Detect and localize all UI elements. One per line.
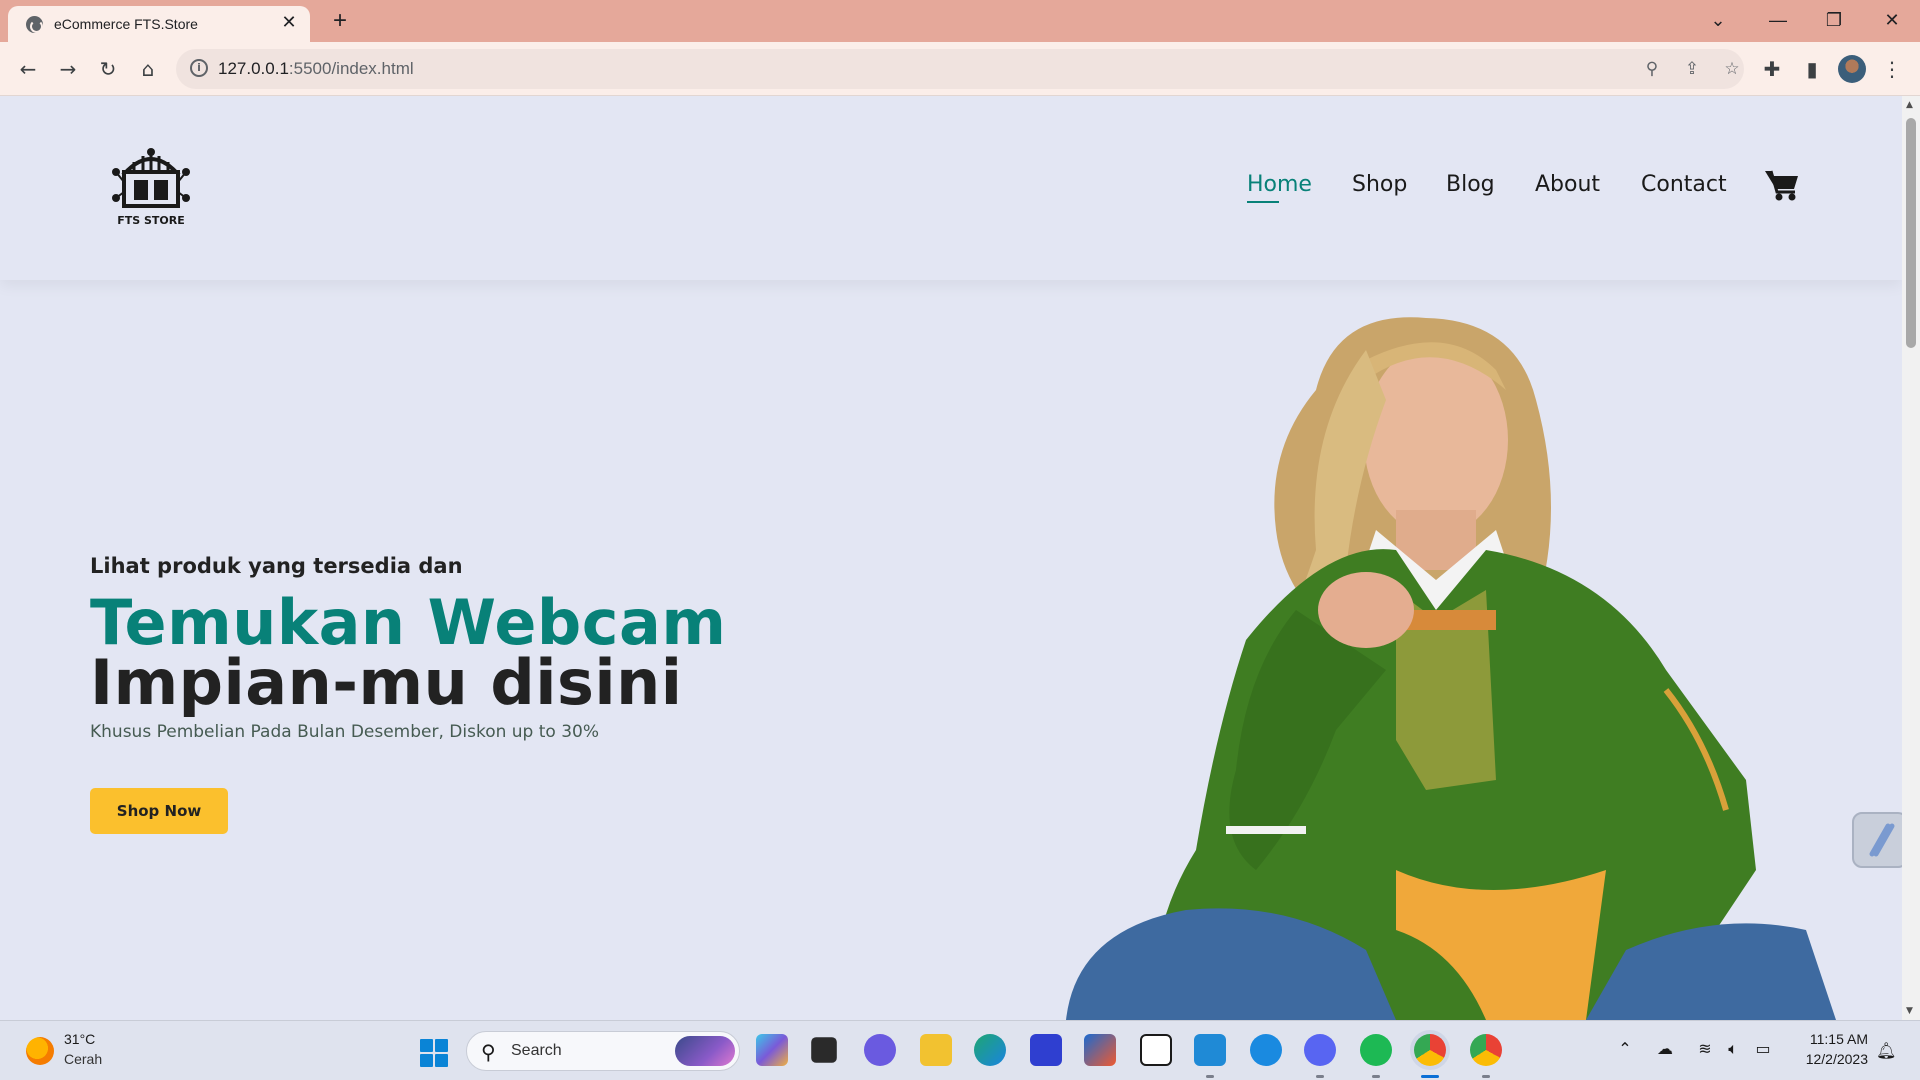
spotify-app-icon[interactable] — [1360, 1034, 1392, 1066]
nav-active-underline — [1247, 201, 1279, 203]
page-scrollbar[interactable]: ▲ ▼ — [1902, 96, 1920, 1020]
url-text[interactable]: 127.0.0.1:5500/index.html — [218, 59, 414, 79]
hero-model-image — [1066, 317, 1836, 1020]
chrome-app-icon[interactable] — [1414, 1034, 1446, 1066]
globe-icon — [26, 16, 43, 33]
nav-contact[interactable]: Contact — [1641, 172, 1727, 197]
discord-app-icon[interactable] — [1304, 1034, 1336, 1066]
chrome-profile-running-indicator — [1482, 1075, 1490, 1078]
tray-chevron-up-icon[interactable]: ⌃ — [1614, 1039, 1636, 1058]
side-panel-icon[interactable]: ▮ — [1798, 55, 1826, 83]
edge-browser-icon[interactable] — [974, 1034, 1006, 1066]
vscode-running-indicator — [1206, 1075, 1214, 1078]
vscode-app-icon[interactable] — [1194, 1034, 1226, 1066]
profile-avatar[interactable] — [1838, 55, 1866, 83]
scroll-down-arrow-icon[interactable]: ▼ — [1906, 1006, 1913, 1016]
share-icon[interactable]: ⇪ — [1680, 57, 1704, 81]
mathcad-app-icon[interactable] — [1030, 1034, 1062, 1066]
nav-home[interactable]: Home — [1247, 172, 1312, 197]
spotify-running-indicator — [1372, 1075, 1380, 1078]
storefront-icon — [112, 148, 190, 208]
weather-sun-icon[interactable] — [26, 1037, 54, 1065]
tab-title: eCommerce FTS.Store — [54, 16, 198, 32]
nav-blog[interactable]: Blog — [1446, 172, 1495, 197]
browser-tabstrip: eCommerce FTS.Store ✕ + ⌄ — ❐ ✕ — [0, 0, 1920, 42]
menu-kebab-icon[interactable]: ⋮ — [1878, 55, 1906, 83]
chrome-profile-app-icon[interactable] — [1470, 1034, 1502, 1066]
close-window-button[interactable]: ✕ — [1872, 6, 1912, 34]
file-explorer-icon[interactable] — [920, 1034, 952, 1066]
site-info-icon[interactable]: i — [190, 59, 208, 77]
shop-now-button[interactable]: Shop Now — [90, 788, 228, 834]
volume-icon[interactable]: 🔈︎ — [1722, 1039, 1744, 1059]
search-icon: ⚲ — [481, 1040, 496, 1064]
shopping-cart-icon[interactable] — [1764, 168, 1800, 202]
minimize-button[interactable]: — — [1758, 6, 1798, 34]
new-tab-button[interactable]: + — [326, 8, 354, 36]
notion-app-icon[interactable] — [1140, 1034, 1172, 1066]
battery-icon[interactable]: ▭ — [1752, 1039, 1774, 1058]
clock-time[interactable]: 11:15 AM — [1798, 1031, 1868, 1047]
back-icon[interactable]: ← — [14, 55, 42, 83]
web-page: FTS STORE Home Shop Blog About Contact L… — [0, 96, 1902, 1020]
extensions-icon[interactable]: ✚ — [1758, 55, 1786, 83]
scroll-up-arrow-icon[interactable]: ▲ — [1906, 100, 1913, 110]
hero-heading: Impian-mu disini — [90, 646, 683, 719]
tab-close-icon[interactable]: ✕ — [278, 12, 300, 34]
search-label: Search — [511, 1042, 562, 1059]
nav-about[interactable]: About — [1535, 172, 1600, 197]
home-icon[interactable]: ⌂ — [134, 55, 162, 83]
hero-description: Khusus Pembelian Pada Bulan Desember, Di… — [90, 722, 600, 742]
notification-bell-icon[interactable]: 🔔︎ — [1876, 1041, 1896, 1060]
floating-widget-button[interactable] — [1852, 812, 1902, 868]
windows-start-icon[interactable] — [420, 1039, 448, 1067]
clock-date[interactable]: 12/2/2023 — [1798, 1051, 1868, 1067]
taskbar-search[interactable]: ⚲ Search — [466, 1031, 740, 1071]
hero-heading-highlight: Temukan Webcam — [90, 586, 727, 659]
search-highlight-image — [675, 1036, 735, 1066]
copilot-app-icon[interactable] — [756, 1034, 788, 1066]
logo-text: FTS STORE — [117, 214, 185, 227]
teams-chat-icon[interactable] — [864, 1034, 896, 1066]
lightning-icon — [1869, 823, 1895, 857]
nav-shop[interactable]: Shop — [1352, 172, 1407, 197]
site-header: FTS STORE Home Shop Blog About Contact — [0, 96, 1902, 280]
address-bar[interactable]: i 127.0.0.1:5500/index.html ⚲ ⇪ ☆ — [176, 49, 1744, 89]
app-store-icon[interactable] — [1250, 1034, 1282, 1066]
browser-tab[interactable]: eCommerce FTS.Store ✕ — [8, 6, 310, 42]
hero-subtitle: Lihat produk yang tersedia dan — [90, 554, 463, 578]
weather-description[interactable]: Cerah — [64, 1051, 102, 1067]
bookmark-star-icon[interactable]: ☆ — [1720, 57, 1744, 81]
chrome-active-indicator — [1421, 1075, 1439, 1078]
store-logo[interactable]: FTS STORE — [108, 142, 194, 228]
restore-button[interactable]: ❐ — [1814, 6, 1854, 34]
browser-toolbar: ← → ↻ ⌂ i 127.0.0.1:5500/index.html ⚲ ⇪ … — [0, 42, 1920, 96]
wifi-icon[interactable]: ≋ — [1694, 1039, 1716, 1058]
scroll-thumb[interactable] — [1906, 118, 1916, 348]
reload-icon[interactable]: ↻ — [94, 55, 122, 83]
discord-running-indicator — [1316, 1075, 1324, 1078]
onedrive-cloud-icon[interactable]: ☁ — [1654, 1039, 1676, 1058]
zoom-icon[interactable]: ⚲ — [1640, 57, 1664, 81]
windows-taskbar: 31°C Cerah ⚲ Search ⌃ ☁ ≋ 🔈︎ ▭ 11:15 AM … — [0, 1020, 1920, 1080]
forward-icon[interactable]: → — [54, 55, 82, 83]
weather-temperature[interactable]: 31°C — [64, 1031, 95, 1047]
task-view-icon[interactable] — [811, 1037, 837, 1063]
microsoft-store-icon[interactable] — [1084, 1034, 1116, 1066]
tab-search-chevron-icon[interactable]: ⌄ — [1698, 6, 1738, 34]
